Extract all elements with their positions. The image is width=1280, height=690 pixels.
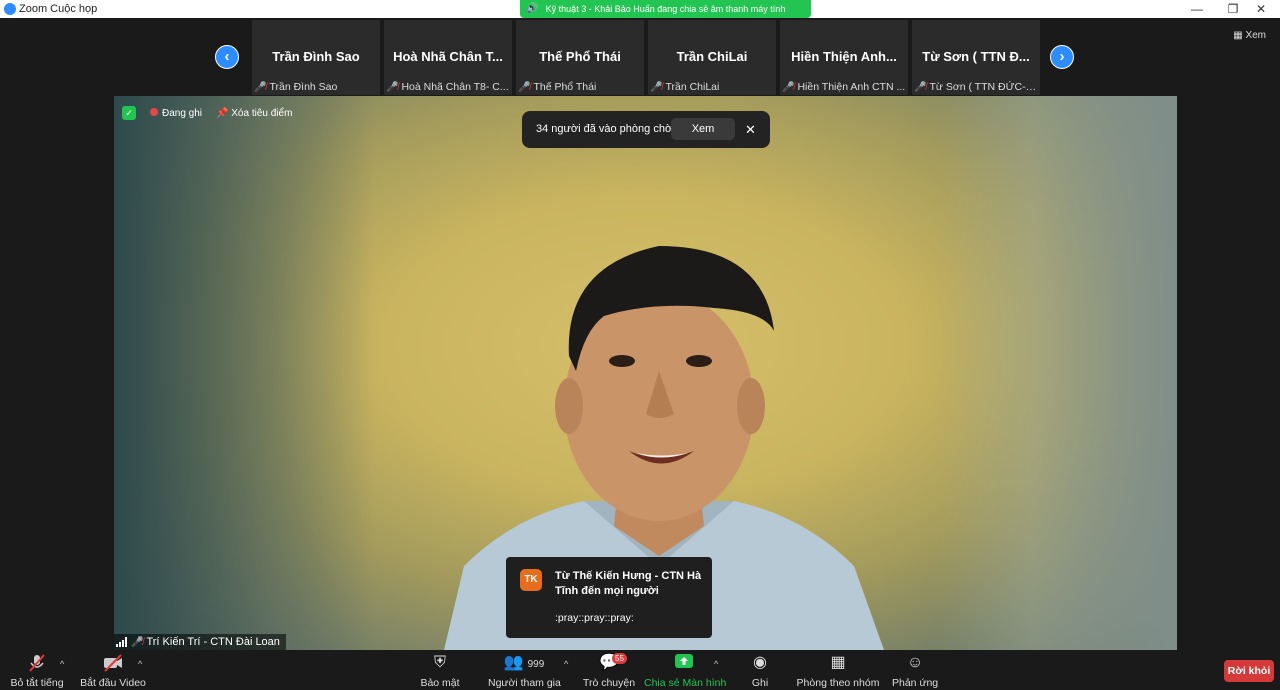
participant-tile[interactable]: Hiền Thiện Anh... 🎤̸ Hiền Thiện Anh CTN .… (780, 20, 908, 95)
unmute-button[interactable]: Bỏ tắt tiếng (8, 653, 66, 689)
shield-icon: ⛨ (433, 654, 446, 671)
speaker-icon: 🔊 (526, 3, 539, 14)
share-screen-button[interactable]: Chia sẻ Màn hình (644, 653, 726, 689)
video-options-caret-icon[interactable]: ^ (138, 659, 142, 669)
title-bar: Zoom Cuộc họp 🔊 Kỹ thuật 3 - Khải Bảo Hu… (0, 0, 1280, 18)
mic-muted-icon: 🎤̸ (914, 82, 927, 93)
participant-tile[interactable]: Từ Sơn ( TTN Đ... 🎤̸ Từ Sơn ( TTN ĐỨC- N.… (912, 20, 1040, 95)
recording-label: Đang ghi (162, 107, 203, 119)
close-window-button[interactable]: ✕ (1242, 0, 1280, 18)
security-button[interactable]: ⛨ Bảo mật (418, 653, 462, 689)
grid-view-icon: ▦ (1233, 30, 1243, 41)
participants-icon: 👥 999 (503, 654, 545, 671)
speaker-name: Trí Kiến Trí - CTN Đài Loan (146, 636, 280, 648)
next-page-button[interactable]: › (1050, 45, 1074, 69)
participants-count: 999 (527, 659, 545, 670)
participant-tile-label: Trần Đình Sao (269, 81, 338, 93)
share-screen-icon (644, 653, 724, 673)
avatar: TK (520, 569, 542, 591)
participant-tile-label: Hiền Thiện Anh CTN ... (797, 81, 906, 93)
view-label: Xem (1245, 30, 1266, 41)
record-button[interactable]: ◉ Ghi (744, 653, 776, 689)
participant-tile-label: Trần ChiLai (665, 81, 720, 93)
chat-notification[interactable]: TK Từ Thế Kiến Hưng - CTN Hà Tĩnh đến mọ… (506, 557, 712, 638)
remove-spotlight-button[interactable]: 📌 Xóa tiêu điểm (216, 108, 292, 119)
participant-tile-name: Trần ChiLai (676, 49, 748, 64)
record-dot-icon (150, 107, 158, 116)
mic-muted-icon (8, 653, 66, 673)
mic-muted-icon: 🎤̸ (386, 82, 399, 93)
participant-tile-name: Từ Sơn ( TTN Đ... (922, 49, 1030, 64)
record-icon: ◉ (753, 654, 767, 671)
participant-tile-name: Hiền Thiện Anh... (791, 49, 897, 64)
mic-muted-icon: 🎤̸ (650, 82, 663, 93)
remove-spotlight-label: Xóa tiêu điểm (231, 107, 293, 119)
chat-message: :pray::pray::pray: (555, 612, 634, 624)
minimize-button[interactable]: — (1178, 0, 1216, 18)
waiting-room-view-button[interactable]: Xem (671, 118, 735, 140)
chat-unread-badge: 55 (612, 653, 627, 664)
audio-share-text: Kỹ thuật 3 - Khải Bảo Huấn đang chia sẻ … (545, 4, 786, 14)
signal-bars-icon (116, 637, 127, 648)
participant-tile[interactable]: Hoà Nhã Chân T... 🎤̸ Hoà Nhã Chân T8- C..… (384, 20, 512, 95)
audio-share-banner[interactable]: 🔊 Kỹ thuật 3 - Khải Bảo Huấn đang chia s… (520, 0, 811, 18)
participant-tile-label: Thế Phổ Thái (533, 81, 597, 93)
chat-icon: 💬 (599, 654, 619, 671)
chat-button[interactable]: 💬 Trò chuyện (582, 653, 636, 689)
reactions-icon: ☺ (906, 654, 924, 671)
meeting-toolbar: Bỏ tắt tiếng ^ Bắt đầu Video ^ ⛨ Bảo mật… (0, 650, 1280, 690)
view-button[interactable]: ▦ Xem (1233, 30, 1266, 41)
leave-meeting-button[interactable]: Rời khỏi (1224, 660, 1274, 682)
zoom-app-icon (4, 3, 16, 15)
speaker-name-label: 🎤̸ Trí Kiến Trí - CTN Đài Loan (114, 634, 286, 650)
audio-options-caret-icon[interactable]: ^ (60, 659, 64, 669)
chat-sender: Từ Thế Kiến Hưng - CTN Hà Tĩnh đến mọi n… (555, 570, 702, 597)
participant-tile-name: Trần Đình Sao (272, 49, 360, 64)
share-options-caret-icon[interactable]: ^ (714, 659, 718, 669)
mic-muted-icon: 🎤̸ (518, 82, 531, 93)
participant-tile[interactable]: Trần Đình Sao 🎤̸ Trần Đình Sao (252, 20, 380, 95)
participant-tile[interactable]: Thế Phổ Thái 🎤̸ Thế Phổ Thái (516, 20, 644, 95)
start-video-button[interactable]: Bắt đầu Video (80, 653, 146, 689)
participant-tile[interactable]: Trần ChiLai 🎤̸ Trần ChiLai (648, 20, 776, 95)
video-off-icon (80, 653, 146, 673)
close-icon[interactable]: ✕ (745, 122, 756, 138)
recording-indicator[interactable]: Đang ghi (150, 107, 203, 119)
encryption-shield-icon[interactable]: ✓ (122, 106, 136, 120)
participants-caret-icon[interactable]: ^ (564, 659, 568, 669)
breakout-rooms-button[interactable]: ▦ Phòng theo nhóm (796, 653, 880, 689)
participant-tile-name: Thế Phổ Thái (539, 49, 621, 64)
participant-tile-name: Hoà Nhã Chân T... (393, 49, 503, 64)
participant-tile-label: Từ Sơn ( TTN ĐỨC- N... (929, 81, 1038, 93)
window-title: Zoom Cuộc họp (19, 3, 98, 15)
mic-muted-icon: 🎤̸ (254, 82, 267, 93)
breakout-rooms-icon: ▦ (830, 654, 846, 671)
reactions-button[interactable]: ☺ Phản ứng (892, 653, 938, 689)
waiting-room-text: 34 người đã vào phòng chờ (536, 123, 673, 135)
waiting-room-notice: 34 người đã vào phòng chờ Xem ✕ (522, 111, 770, 148)
mic-muted-icon: 🎤̸ (131, 637, 144, 648)
participant-tile-label: Hoà Nhã Chân T8- C... (401, 81, 509, 93)
mic-muted-icon: 🎤̸ (782, 82, 795, 93)
previous-page-button[interactable]: ‹ (215, 45, 239, 69)
pin-icon: 📌 (216, 107, 229, 119)
participants-button[interactable]: 👥 999 Người tham gia (488, 653, 561, 689)
